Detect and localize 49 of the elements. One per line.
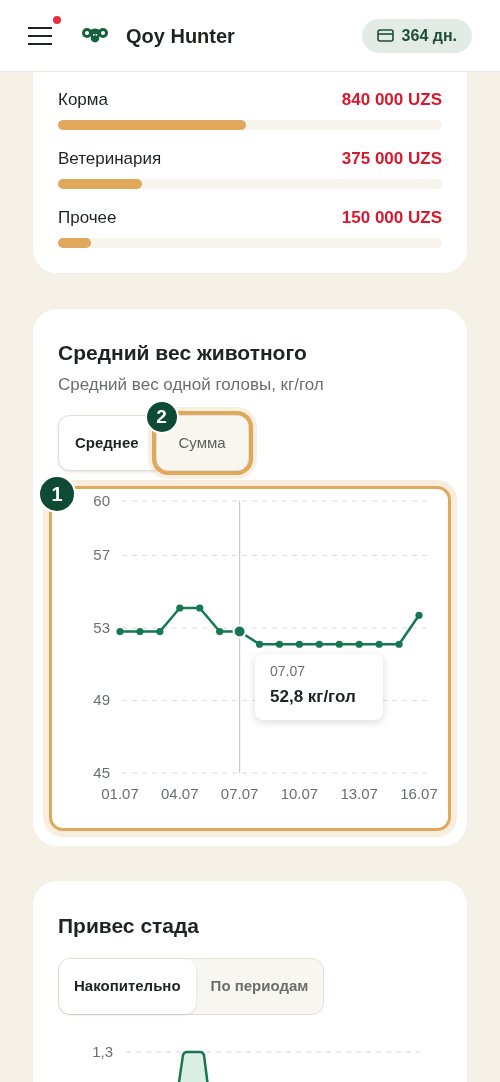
data-point (315, 640, 323, 648)
x-axis-label: 10.07 (280, 785, 319, 802)
data-point (275, 640, 284, 648)
data-point (375, 640, 383, 648)
data-point (335, 640, 343, 648)
data-point (156, 627, 164, 636)
tour-step-badge: 1 (38, 475, 76, 513)
data-point (116, 627, 124, 636)
expense-label: Ветеринария (58, 148, 162, 171)
data-point (196, 604, 204, 612)
expense-amount: 840 000 UZS (341, 89, 442, 112)
y-axis-label: 49 (93, 691, 110, 709)
data-point (255, 640, 264, 648)
expense-label: Корма (58, 89, 108, 112)
y-axis-label: 57 (93, 546, 110, 564)
data-point (415, 611, 423, 619)
data-point (355, 640, 363, 648)
expense-amount: 375 000 UZS (341, 148, 442, 171)
mode-tab[interactable]: По периодам (195, 959, 324, 1014)
data-point (295, 640, 303, 648)
tooltip-value: 52,8 кг/гол (270, 686, 357, 708)
card-icon (376, 29, 394, 42)
data-point (216, 627, 224, 636)
area-chart-drawing: 1,3 (58, 1033, 428, 1082)
card-title: Привес стада (58, 913, 201, 939)
expense-amount: 150 000 UZS (341, 207, 442, 230)
data-point (395, 640, 403, 648)
subscription-badge[interactable]: 364 дн. (361, 18, 472, 53)
tooltip-date: 07.07 (270, 662, 307, 680)
x-axis-label: 07.07 (220, 785, 259, 802)
x-axis-label: 01.07 (101, 785, 139, 802)
data-point (176, 604, 184, 612)
app-name: Qoy Hunter (126, 23, 235, 49)
y-axis-label: 53 (93, 618, 110, 636)
card-subtitle: Средний вес одной головы, кг/гол (58, 374, 325, 396)
y-axis-label: 60 (93, 492, 110, 509)
x-axis-label: 13.07 (340, 785, 378, 802)
menu-icon[interactable] (28, 25, 52, 46)
expense-label: Прочее (58, 207, 117, 230)
subscription-days: 364 дн. (401, 23, 457, 48)
mode-tab[interactable]: Среднее (58, 415, 156, 471)
x-axis-label: 16.07 (400, 785, 438, 802)
mode-tab[interactable]: Накопительно (59, 959, 196, 1014)
x-axis-label: 04.07 (161, 785, 199, 802)
y-axis-label: 45 (93, 764, 110, 781)
tour-step-badge: 2 (144, 400, 179, 434)
data-point (232, 624, 247, 639)
data-point (136, 627, 144, 636)
card-title: Средний вес животного (58, 340, 308, 366)
